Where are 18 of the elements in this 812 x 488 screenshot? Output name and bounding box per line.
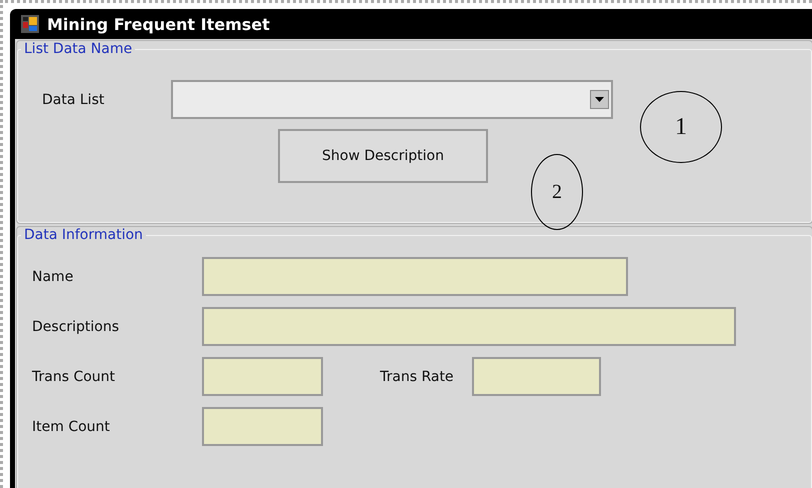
field-label: Trans Count (31, 368, 116, 384)
text-field[interactable] (202, 357, 323, 396)
field-label: Item Count (31, 418, 111, 434)
field-label: Trans Rate (379, 368, 455, 384)
group-title: List Data Name (23, 41, 134, 57)
window-title: Mining Frequent Itemset (47, 14, 270, 34)
annotation-circle: 2 (531, 154, 583, 230)
field-label: Name (31, 268, 74, 284)
text-field[interactable] (202, 307, 736, 346)
text-field[interactable] (202, 257, 628, 296)
field-label: Data List (41, 92, 106, 108)
app-icon (21, 15, 39, 33)
text-field[interactable] (472, 357, 601, 396)
field-label: Descriptions (31, 318, 120, 334)
annotation-circle: 1 (640, 91, 722, 163)
group-title: Data Information (23, 227, 144, 243)
show-description-button[interactable]: Show Description (278, 129, 488, 183)
text-field[interactable] (202, 407, 323, 446)
